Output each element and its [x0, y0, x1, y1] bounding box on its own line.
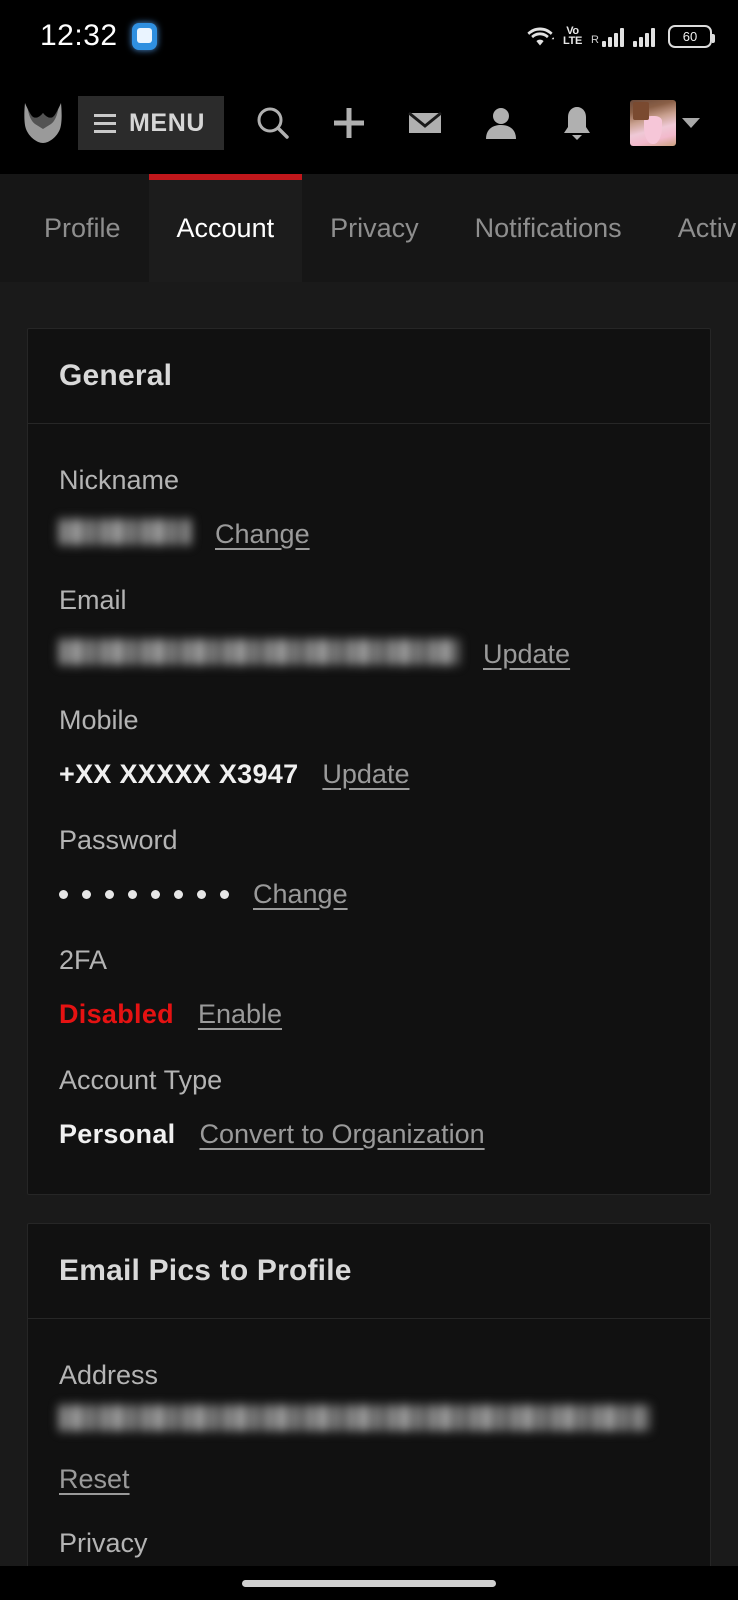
field-2fa: 2FA Disabled Enable	[59, 932, 679, 1040]
card-email-pics-to-profile: Email Pics to Profile Address Reset Priv…	[27, 1223, 711, 1600]
field-row	[59, 1403, 679, 1455]
reset-address-link[interactable]: Reset	[59, 1455, 130, 1503]
field-label: Password	[59, 825, 178, 855]
account-type-value: Personal	[59, 1119, 176, 1149]
card-header: Email Pics to Profile	[28, 1224, 710, 1319]
status-clock: 12:32	[40, 19, 118, 52]
mobile-value: +XX XXXXX X3947	[59, 759, 299, 789]
enable-2fa-link[interactable]: Enable	[198, 988, 282, 1040]
tab-activity[interactable]: Activi	[650, 174, 738, 282]
status-badge: Disabled	[59, 999, 174, 1029]
messaging-app-icon	[131, 22, 157, 50]
tab-label: Profile	[44, 212, 121, 243]
hamburger-icon	[94, 113, 116, 133]
tab-label: Activi	[677, 212, 738, 243]
field-row: Personal Convert to Organization	[59, 1108, 679, 1160]
field-label: Nickname	[59, 465, 180, 495]
redacted-nickname-value	[59, 519, 191, 545]
tab-account[interactable]: Account	[148, 174, 303, 282]
field-nickname: Nickname Change	[59, 452, 679, 560]
status-bar-left: 12:32	[40, 19, 157, 53]
convert-to-organization-link[interactable]: Convert to Organization	[199, 1108, 484, 1160]
wifi-icon	[526, 25, 554, 47]
tab-label: Notifications	[474, 212, 622, 243]
signal-bar	[608, 37, 612, 47]
field-label: 2FA	[59, 945, 108, 975]
status-bar: 12:32 Vo LTE R 60	[0, 0, 738, 72]
field-row: Disabled Enable	[59, 988, 679, 1040]
signal-bar	[645, 33, 649, 47]
gesture-pill[interactable]	[242, 1579, 496, 1587]
card-title: General	[59, 359, 173, 392]
redacted-email-value	[59, 639, 459, 665]
tab-label: Privacy	[330, 212, 419, 243]
plus-icon[interactable]	[326, 100, 372, 146]
roaming-label: R	[591, 34, 599, 46]
field-action-row: Reset	[59, 1455, 679, 1503]
signal-bar	[639, 37, 643, 47]
signal-bar	[614, 33, 618, 47]
card-general: General Nickname Change Email Update Mob…	[27, 328, 711, 1195]
battery-icon: 60	[668, 24, 715, 48]
field-label: Account Type	[59, 1065, 223, 1095]
field-mobile: Mobile +XX XXXXX X3947 Update	[59, 692, 679, 800]
field-email: Email Update	[59, 572, 679, 680]
field-label: Mobile	[59, 705, 139, 735]
field-row: +XX XXXXX X3947 Update	[59, 748, 679, 800]
signal-bar	[602, 41, 606, 47]
mail-icon[interactable]	[402, 100, 448, 146]
tab-profile[interactable]: Profile	[0, 174, 149, 282]
search-icon[interactable]	[250, 100, 296, 146]
redacted-address-value	[59, 1405, 649, 1431]
field-address: Address Reset	[59, 1347, 679, 1503]
field-row: Change	[59, 868, 679, 920]
account-settings-page: General Nickname Change Email Update Mob…	[0, 282, 738, 1600]
status-bar-right: Vo LTE R 60	[526, 24, 715, 48]
settings-tab-bar: Profile Account Privacy Notifications Ac…	[0, 174, 738, 282]
card-title: Email Pics to Profile	[59, 1254, 352, 1287]
signal-bars-icon-1: R	[591, 25, 624, 47]
menu-button[interactable]: MENU	[78, 96, 225, 150]
update-email-link[interactable]: Update	[483, 628, 570, 680]
field-account-type: Account Type Personal Convert to Organiz…	[59, 1052, 679, 1160]
field-label: Address	[59, 1360, 159, 1390]
password-masked-value	[59, 890, 229, 899]
app-header: MENU	[0, 72, 738, 174]
app-header-icons	[224, 100, 716, 146]
system-navigation-bar	[0, 1566, 738, 1600]
change-password-link[interactable]: Change	[253, 868, 348, 920]
tab-notifications[interactable]: Notifications	[447, 174, 650, 282]
card-body: Address Reset Privacy	[28, 1319, 710, 1600]
tab-privacy[interactable]: Privacy	[302, 174, 447, 282]
field-privacy: Privacy	[59, 1515, 679, 1571]
field-label: Email	[59, 585, 127, 615]
card-body: Nickname Change Email Update Mobile +XX …	[28, 424, 710, 1194]
signal-bar	[651, 28, 655, 47]
battery-level: 60	[682, 28, 698, 44]
avatar-menu[interactable]	[629, 100, 700, 146]
volte-indicator: Vo LTE	[562, 26, 583, 47]
signal-bar	[620, 28, 624, 47]
chevron-down-icon[interactable]	[681, 118, 700, 128]
card-header: General	[28, 329, 710, 424]
signal-bar	[633, 41, 637, 47]
site-logo-icon[interactable]	[20, 100, 66, 146]
signal-bars-icon-2	[633, 25, 655, 47]
field-row: Update	[59, 628, 679, 680]
field-password: Password Change	[59, 812, 679, 920]
tab-label: Account	[176, 212, 275, 243]
update-mobile-link[interactable]: Update	[322, 748, 409, 800]
volte-line-2: LTE	[562, 35, 583, 47]
avatar[interactable]	[629, 100, 676, 146]
field-row: Change	[59, 508, 679, 560]
change-nickname-link[interactable]: Change	[215, 508, 310, 560]
bell-icon[interactable]	[554, 100, 600, 146]
person-icon[interactable]	[478, 100, 524, 146]
menu-button-label: MENU	[129, 108, 206, 137]
field-label: Privacy	[59, 1528, 148, 1558]
